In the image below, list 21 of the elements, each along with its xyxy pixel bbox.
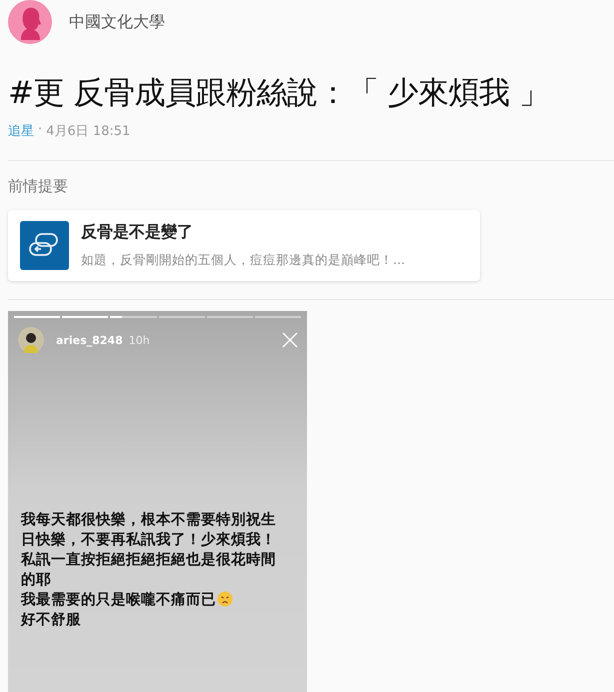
author-name[interactable]: 中國文化大學 <box>69 12 165 32</box>
card-title: 反骨是不是變了 <box>81 222 194 243</box>
close-icon[interactable] <box>282 332 298 348</box>
card-excerpt: 如題，反骨剛開始的五個人，痘痘那邊真的是巔峰吧！... <box>81 252 405 269</box>
story-caption-line: 私訊一直按拒絕拒絕拒絕也是很花時間 <box>21 550 276 568</box>
story-caption-line: 日快樂，不要再私訊我了！少來煩我！ <box>21 530 276 548</box>
story-time: 10h <box>128 334 150 346</box>
section-label: 前情提要 <box>8 177 69 196</box>
avatar-icon <box>8 0 52 44</box>
emoji-icon <box>217 591 233 607</box>
story-caption-line: 好不舒服 <box>21 610 81 628</box>
meta-separator: · <box>38 122 42 139</box>
story-caption-line: 我最需要的只是喉嚨不痛而已 <box>21 590 216 608</box>
story-caption-line: 的耶 <box>21 570 51 588</box>
link-card[interactable]: 反骨是不是變了 如題，反骨剛開始的五個人，痘痘那邊真的是巔峰吧！... <box>8 210 480 281</box>
story-caption-line: 我每天都很快樂，根本不需要特別祝生 <box>21 510 276 528</box>
post-title: #更 反骨成員跟粉絲說：「 少來煩我 」 <box>8 74 551 113</box>
post-date: 4月6日 18:51 <box>46 123 130 140</box>
story-username: aries_8248 <box>56 334 123 346</box>
user-avatar-icon <box>18 327 44 353</box>
link-icon <box>20 221 69 270</box>
